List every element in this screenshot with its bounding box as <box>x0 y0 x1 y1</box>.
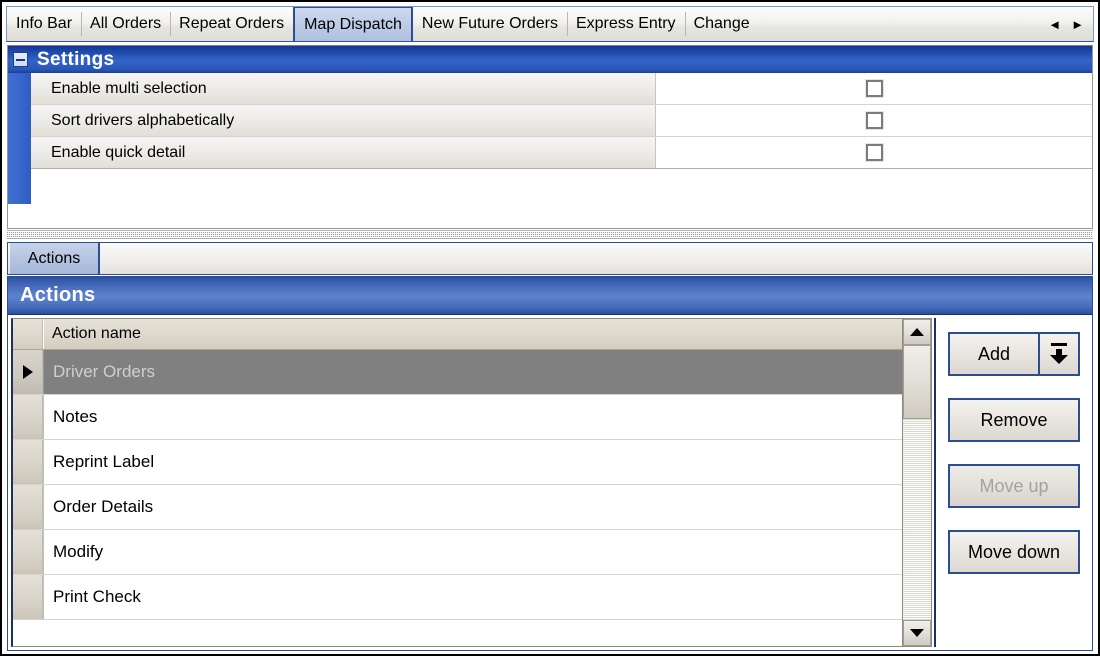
setting-value-cell <box>656 137 1092 168</box>
actions-body: Action name Driver Orders Notes Reprint … <box>8 315 1092 650</box>
move-down-button-label: Move down <box>967 541 1061 562</box>
actions-grid: Action name Driver Orders Notes Reprint … <box>11 318 903 647</box>
scrollbar-track[interactable] <box>903 345 931 620</box>
tab-all-orders[interactable]: All Orders <box>81 7 170 41</box>
row-indicator-cell <box>13 485 43 529</box>
table-row[interactable]: Print Check <box>13 575 902 620</box>
table-row[interactable]: Modify <box>13 530 902 575</box>
tab-map-dispatch[interactable]: Map Dispatch <box>293 7 413 41</box>
enable-multi-selection-checkbox[interactable] <box>864 79 884 98</box>
tab-label: New Future Orders <box>421 15 558 32</box>
tab-info-bar[interactable]: Info Bar <box>7 7 81 41</box>
tab-scroll-controls: ◄ ► <box>1044 7 1093 41</box>
tab-new-future-orders[interactable]: New Future Orders <box>413 7 567 41</box>
setting-row-enable-quick-detail: Enable quick detail <box>31 137 1092 169</box>
move-up-button-label: Move up <box>979 475 1049 496</box>
table-row[interactable]: Reprint Label <box>13 440 902 485</box>
setting-label: Enable multi selection <box>31 73 656 104</box>
action-name-cell: Driver Orders <box>43 350 902 394</box>
horizontal-splitter[interactable] <box>7 230 1093 239</box>
setting-row-sort-drivers-alphabetically: Sort drivers alphabetically <box>31 105 1092 137</box>
column-header-action-name[interactable]: Action name <box>43 319 902 349</box>
scroll-right-icon[interactable]: ► <box>1071 18 1084 31</box>
row-indicator-cell <box>13 575 43 619</box>
action-name-cell: Reprint Label <box>43 440 902 484</box>
scroll-down-button[interactable] <box>903 620 931 646</box>
table-row[interactable]: Notes <box>13 395 902 440</box>
row-indicator-cell <box>13 350 43 394</box>
setting-value-cell <box>656 73 1092 104</box>
add-button-label[interactable]: Add <box>950 334 1040 374</box>
enable-quick-detail-checkbox[interactable] <box>864 143 884 162</box>
settings-group-header: Settings <box>8 46 1092 73</box>
settings-title: Settings <box>37 48 115 70</box>
minus-icon[interactable] <box>13 52 28 67</box>
tab-label: Express Entry <box>575 15 676 32</box>
settings-panel: Settings Enable multi selection Sort dri… <box>7 45 1093 229</box>
row-indicator-header-cell <box>13 319 43 349</box>
triangle-down-icon <box>910 629 924 637</box>
setting-row-enable-multi-selection: Enable multi selection <box>31 73 1092 105</box>
actions-group-header: Actions <box>8 277 1092 315</box>
actions-grid-scrollbar[interactable] <box>903 318 932 647</box>
remove-button[interactable]: Remove <box>948 398 1080 442</box>
tab-express-entry[interactable]: Express Entry <box>566 7 685 41</box>
scrollbar-thumb[interactable] <box>903 345 931 419</box>
scroll-up-button[interactable] <box>903 319 931 345</box>
move-down-button[interactable]: Move down <box>948 530 1080 574</box>
actions-grid-rows: Driver Orders Notes Reprint Label Order … <box>13 350 902 646</box>
table-row[interactable]: Order Details <box>13 485 902 530</box>
application-window: Info Bar All Orders Repeat Orders Map Di… <box>0 0 1100 656</box>
add-dropdown-button[interactable] <box>1040 334 1078 374</box>
triangle-up-icon <box>910 328 924 336</box>
add-button[interactable]: Add <box>948 332 1080 376</box>
sort-drivers-alphabetically-checkbox[interactable] <box>864 111 884 130</box>
actions-button-column: Add Remove Move up Move down <box>934 318 1089 647</box>
move-up-button[interactable]: Move up <box>948 464 1080 508</box>
row-indicator-cell <box>13 440 43 484</box>
settings-panel-filler <box>8 204 1092 228</box>
actions-panel: Actions Action name Driver Orders Notes … <box>7 276 1093 651</box>
remove-button-label: Remove <box>980 409 1048 430</box>
setting-value-cell <box>656 105 1092 136</box>
action-name-cell: Order Details <box>43 485 902 529</box>
tab-label: Map Dispatch <box>304 16 402 33</box>
current-row-arrow-icon <box>22 365 33 379</box>
tab-actions[interactable]: Actions <box>10 243 100 274</box>
setting-label: Enable quick detail <box>31 137 656 168</box>
main-tab-strip: Info Bar All Orders Repeat Orders Map Di… <box>6 6 1094 42</box>
tab-label: Info Bar <box>16 15 73 32</box>
scroll-left-icon[interactable]: ◄ <box>1048 18 1061 31</box>
actions-title: Actions <box>20 284 96 306</box>
tab-label: All Orders <box>90 15 162 32</box>
insert-down-arrow-icon <box>1049 342 1069 366</box>
settings-rows: Enable multi selection Sort drivers alph… <box>31 73 1092 204</box>
table-row[interactable]: Driver Orders <box>13 350 902 395</box>
action-name-cell: Print Check <box>43 575 902 619</box>
tab-repeat-orders[interactable]: Repeat Orders <box>170 7 293 41</box>
setting-label: Sort drivers alphabetically <box>31 105 656 136</box>
row-indicator-cell <box>13 530 43 574</box>
tab-change[interactable]: Change <box>684 7 759 41</box>
action-name-cell: Modify <box>43 530 902 574</box>
action-name-cell: Notes <box>43 395 902 439</box>
actions-grid-header: Action name <box>13 319 902 350</box>
tab-label: Actions <box>27 249 81 267</box>
tab-label: Repeat Orders <box>179 15 285 32</box>
tab-label: Change <box>693 15 750 32</box>
row-indicator-cell <box>13 395 43 439</box>
actions-tab-strip: Actions <box>7 242 1093 275</box>
